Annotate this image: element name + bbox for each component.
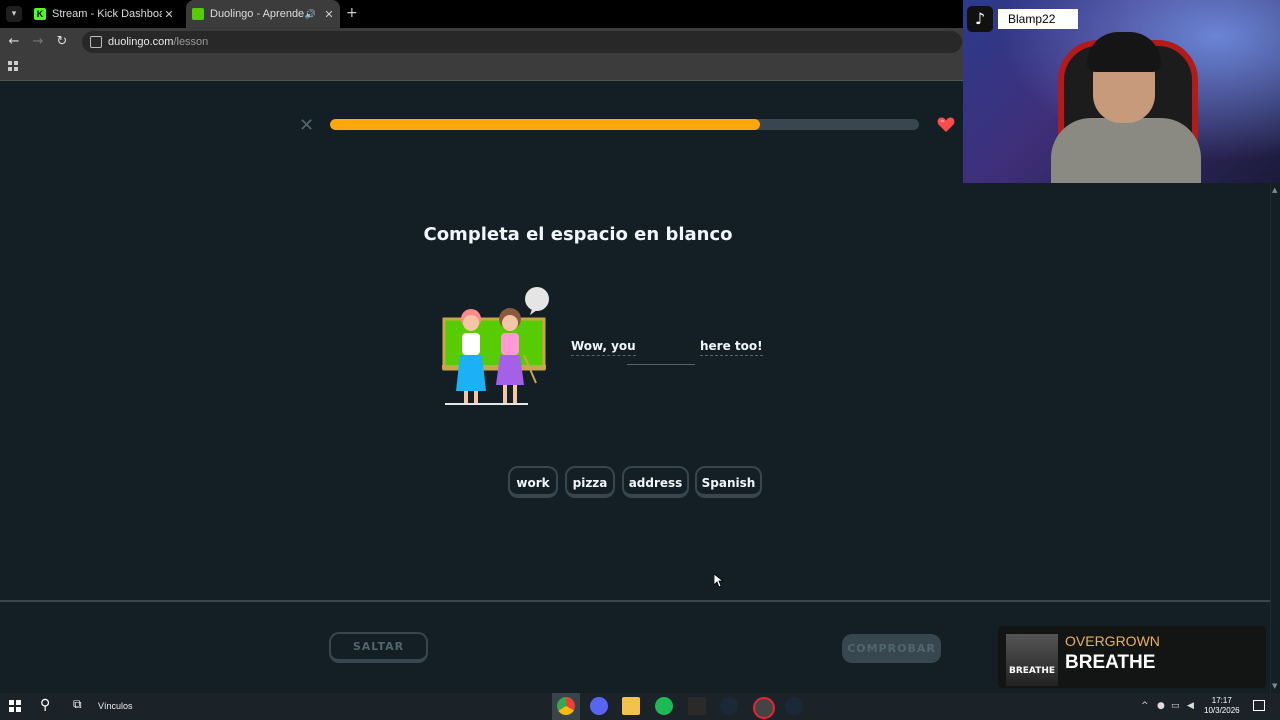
progress-fill bbox=[330, 119, 760, 130]
tiktok-badge: ♪ Blamp22 bbox=[967, 6, 1078, 32]
windows-taskbar: ⚲ ⧉ Vínculos ^ ● ▭ ◀ 17:17 10/3/2026 bbox=[0, 693, 1280, 720]
network-icon[interactable]: ▭ bbox=[1171, 701, 1180, 711]
tab-title: Duolingo - Aprende con le bbox=[210, 8, 305, 20]
speaker-icon[interactable]: 🔊 bbox=[305, 9, 316, 20]
album-art-text: BREATHE bbox=[1008, 666, 1056, 676]
scroll-down-icon[interactable]: ▼ bbox=[1272, 682, 1277, 690]
notifications-icon[interactable] bbox=[1253, 700, 1265, 711]
chrome-icon[interactable] bbox=[557, 697, 575, 715]
lesson-progress-bar bbox=[330, 119, 919, 130]
word-option[interactable]: Spanish bbox=[695, 466, 762, 498]
teachers-illustration bbox=[442, 287, 549, 405]
system-clock[interactable]: 17:17 10/3/2026 bbox=[1204, 696, 1240, 716]
reload-icon[interactable]: ↻ bbox=[54, 34, 70, 49]
mouse-cursor-icon bbox=[714, 574, 724, 588]
answer-blank[interactable] bbox=[627, 364, 695, 365]
discord-icon[interactable] bbox=[590, 697, 608, 715]
duolingo-icon bbox=[192, 8, 204, 20]
clock-date: 10/3/2026 bbox=[1204, 706, 1240, 715]
streamer-body bbox=[1051, 118, 1201, 183]
check-button[interactable]: COMPROBAR bbox=[842, 634, 941, 663]
file-explorer-icon[interactable] bbox=[622, 697, 640, 715]
url-host: duolingo.com bbox=[108, 36, 174, 48]
forward-icon[interactable]: → bbox=[30, 34, 46, 49]
steam-icon[interactable] bbox=[720, 697, 738, 715]
tiktok-icon: ♪ bbox=[967, 6, 993, 32]
back-icon[interactable]: ← bbox=[6, 34, 22, 49]
sentence-after: here too! bbox=[700, 339, 763, 356]
windows-start-icon[interactable] bbox=[9, 700, 21, 712]
address-bar[interactable]: duolingo.com/lesson bbox=[82, 31, 962, 53]
sentence-before: Wow, you bbox=[571, 339, 636, 356]
now-playing-artist: OVERGROWN bbox=[1065, 633, 1160, 649]
kick-icon: K bbox=[34, 8, 46, 20]
word-option[interactable]: address bbox=[622, 466, 689, 498]
tab-kick-dashboard[interactable]: K Stream - Kick Dashboard ✕ bbox=[28, 0, 180, 28]
task-view-icon[interactable]: ⧉ bbox=[73, 697, 91, 715]
close-icon[interactable]: ✕ bbox=[322, 8, 336, 21]
skip-button[interactable]: SALTAR bbox=[329, 632, 428, 663]
search-icon[interactable]: ⚲ bbox=[40, 697, 58, 715]
now-playing-widget: BREATHE OVERGROWN BREATHE bbox=[998, 626, 1266, 688]
album-art: BREATHE bbox=[1006, 634, 1058, 686]
apps-grid-icon[interactable] bbox=[8, 61, 18, 71]
now-playing-song: BREATHE bbox=[1065, 652, 1156, 673]
word-option[interactable]: pizza bbox=[565, 466, 615, 498]
tray-chevron-icon[interactable]: ^ bbox=[1141, 701, 1149, 711]
close-icon[interactable]: ✕ bbox=[162, 8, 176, 21]
tab-duolingo[interactable]: Duolingo - Aprende con le 🔊 ✕ bbox=[186, 0, 340, 28]
heart-icon bbox=[937, 117, 955, 132]
close-lesson-icon[interactable]: ✕ bbox=[299, 115, 314, 136]
links-toolbar[interactable]: Vínculos bbox=[98, 701, 133, 711]
microphone-icon[interactable]: ● bbox=[1157, 701, 1165, 711]
epic-games-icon[interactable] bbox=[688, 697, 706, 715]
exercise-instruction: Completa el espacio en blanco bbox=[423, 224, 733, 245]
site-info-icon[interactable] bbox=[90, 36, 102, 49]
steam-icon[interactable] bbox=[785, 697, 803, 715]
word-option[interactable]: work bbox=[508, 466, 558, 498]
footer-divider bbox=[0, 600, 1270, 602]
url-path: /lesson bbox=[173, 36, 209, 48]
spotify-icon[interactable] bbox=[655, 697, 673, 715]
volume-icon[interactable]: ◀ bbox=[1187, 701, 1194, 711]
webcam-overlay: ♪ Blamp22 bbox=[963, 0, 1280, 183]
tab-search-button[interactable]: ▾ bbox=[6, 6, 22, 22]
tiktok-username: Blamp22 bbox=[998, 9, 1078, 29]
tab-title: Stream - Kick Dashboard bbox=[52, 8, 162, 20]
obs-icon[interactable] bbox=[753, 697, 775, 719]
clock-time: 17:17 bbox=[1211, 696, 1232, 705]
scroll-up-icon[interactable]: ▲ bbox=[1272, 186, 1277, 194]
new-tab-button[interactable]: + bbox=[346, 5, 358, 21]
